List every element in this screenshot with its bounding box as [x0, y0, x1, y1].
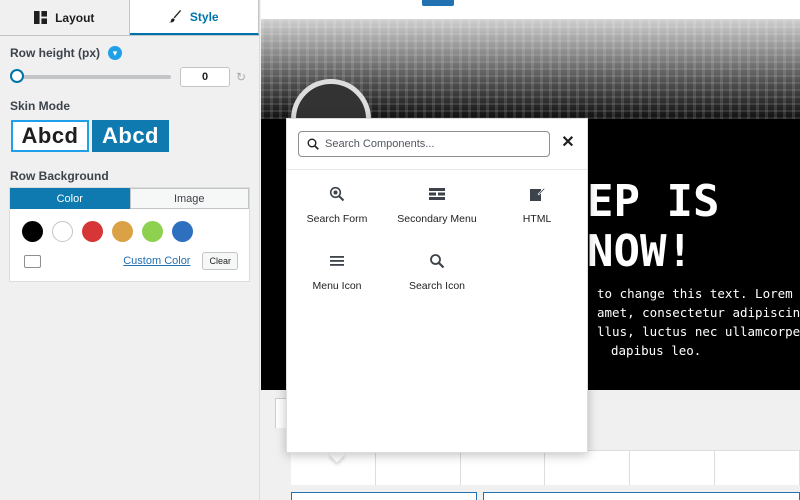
search-icon: [307, 138, 319, 150]
component-label: Secondary Menu: [397, 213, 477, 225]
popup-divider: [287, 169, 587, 170]
html-edit-icon: [530, 187, 545, 201]
tab-layout[interactable]: Layout: [0, 0, 130, 35]
builder-cell[interactable]: [630, 451, 716, 485]
hamburger-menu-icon: [330, 256, 344, 266]
component-picker-popup: ✕ Search Form Secondary Menu HTML Menu I…: [286, 118, 588, 453]
hero-text: to change this text. Lorem amet, consect…: [597, 284, 800, 360]
row-height-slider[interactable]: [10, 69, 171, 83]
background-actions: Custom Color Clear: [24, 252, 238, 270]
component-search-icon[interactable]: Search Icon: [387, 253, 487, 292]
hero-text-line: to change this text. Lorem: [597, 286, 793, 301]
row-height-header: Row height (px) ▾: [0, 46, 122, 60]
slider-thumb[interactable]: [10, 69, 24, 83]
tab-style[interactable]: Style: [129, 0, 259, 35]
bg-tab-color[interactable]: Color: [10, 188, 130, 209]
row-height-label: Row height (px): [10, 46, 100, 60]
builder-cell[interactable]: [460, 451, 546, 485]
secondary-menu-icon: [429, 188, 445, 200]
hero-title: EP IS NOW!: [587, 177, 719, 277]
search-icon: [430, 254, 445, 269]
custom-color-link[interactable]: Custom Color: [123, 255, 190, 267]
hero-text-line: dapibus leo.: [611, 343, 702, 358]
search-form-icon: [329, 186, 345, 202]
component-label: Search Icon: [408, 280, 466, 292]
close-icon[interactable]: ✕: [560, 135, 576, 151]
builder-cell[interactable]: [545, 451, 631, 485]
component-html[interactable]: HTML: [487, 186, 587, 225]
tab-style-label: Style: [189, 9, 219, 24]
tab-layout-label: Layout: [55, 10, 95, 25]
component-label: Search Form: [306, 213, 368, 225]
component-label: HTML: [522, 213, 552, 225]
component-label: Menu Icon: [312, 280, 362, 292]
component-secondary-menu[interactable]: Secondary Menu: [387, 186, 487, 225]
hero-title-line-1: EP IS: [587, 176, 720, 227]
background-tabs: Color Image: [10, 188, 249, 209]
hero-text-line: llus, luctus nec ullamcorper: [597, 324, 800, 339]
swatch-white[interactable]: [52, 221, 73, 242]
swatch-red[interactable]: [82, 221, 103, 242]
row-height-input[interactable]: 0: [180, 67, 230, 87]
row-background-label: Row Background: [10, 169, 109, 183]
hero-text-line: amet, consectetur adipiscing: [597, 305, 800, 320]
swatch-blue[interactable]: [172, 221, 193, 242]
clear-button[interactable]: Clear: [202, 252, 238, 270]
skin-light-option[interactable]: Abcd: [11, 120, 89, 152]
skin-mode-label: Skin Mode: [10, 99, 71, 113]
swatch-green[interactable]: [142, 221, 163, 242]
builder-slot[interactable]: [291, 492, 477, 500]
component-search-input[interactable]: [325, 138, 535, 150]
component-menu-icon[interactable]: Menu Icon: [287, 253, 387, 292]
swatch-orange[interactable]: [112, 221, 133, 242]
bg-tab-image[interactable]: Image: [129, 188, 249, 209]
builder-cell[interactable]: [715, 451, 800, 485]
builder-slot[interactable]: [483, 492, 800, 500]
device-badge-icon[interactable]: ▾: [108, 46, 122, 60]
color-swatches: [22, 221, 193, 242]
builder-row-bottom: [291, 492, 800, 500]
builder-cell[interactable]: [375, 451, 461, 485]
canvas-top-button[interactable]: [422, 0, 454, 6]
layout-icon: [34, 11, 48, 24]
skin-dark-option[interactable]: Abcd: [92, 120, 169, 152]
row-background-box: Color Image Custom Color Clear: [9, 187, 250, 282]
canvas-top-strip: [261, 0, 800, 19]
hero-title-line-2: NOW!: [587, 226, 693, 277]
component-search-box[interactable]: [298, 131, 550, 157]
brush-icon: [168, 10, 181, 23]
panel-tabs: Layout Style: [0, 0, 259, 36]
reset-icon[interactable]: ↻: [236, 71, 248, 83]
transparent-checkbox[interactable]: [24, 254, 41, 268]
builder-grid: [291, 450, 800, 485]
component-search-form[interactable]: Search Form: [287, 186, 387, 225]
swatch-black[interactable]: [22, 221, 43, 242]
settings-panel: Layout Style Row height (px) ▾ 0 ↻ Skin …: [0, 0, 260, 500]
